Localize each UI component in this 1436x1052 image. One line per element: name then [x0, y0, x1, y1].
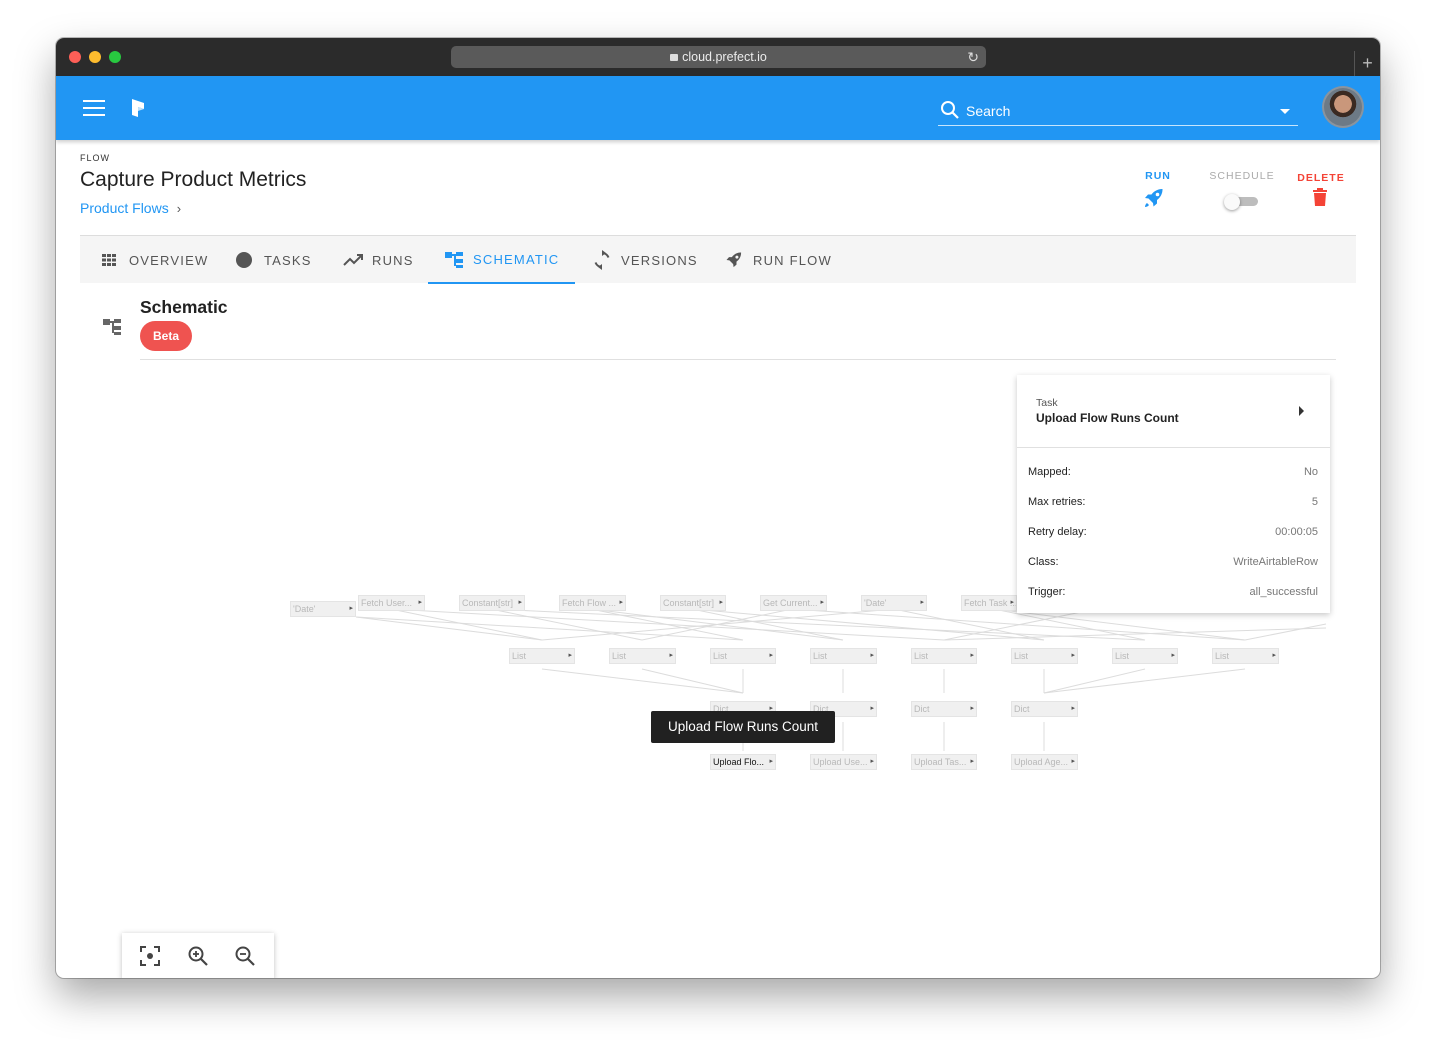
tab-runs[interactable]: RUNS: [343, 236, 414, 284]
lock-icon: [670, 54, 679, 61]
minimize-window-button[interactable]: [89, 51, 101, 63]
menu-icon[interactable]: [83, 100, 105, 116]
graph-node[interactable]: Fetch Task ...: [961, 595, 1017, 611]
search-field[interactable]: Search: [938, 98, 1298, 126]
app-bar: Search: [56, 76, 1380, 140]
tab-label: OVERVIEW: [129, 252, 209, 268]
graph-node[interactable]: List: [1112, 648, 1178, 664]
task-panel-header[interactable]: Task Upload Flow Runs Count: [1017, 375, 1330, 448]
browser-titlebar: cloud.prefect.io ↻ +: [56, 38, 1380, 76]
detail-value: No: [1303, 466, 1318, 478]
detail-key: Trigger:: [1028, 586, 1066, 598]
graph-node[interactable]: Fetch Flow ...: [559, 595, 626, 611]
graph-node[interactable]: Dict: [911, 701, 977, 717]
tab-label: RUNS: [372, 252, 414, 268]
graph-node[interactable]: 'Date': [861, 595, 927, 611]
detail-key: Mapped:: [1028, 466, 1071, 478]
graph-node[interactable]: Constant[str]: [660, 595, 726, 611]
tab-label: RUN FLOW: [753, 252, 832, 268]
node-tooltip: Upload Flow Runs Count: [651, 711, 835, 743]
schematic-title: Schematic: [140, 297, 228, 317]
center-focus-icon[interactable]: [138, 944, 162, 968]
breadcrumb[interactable]: Product Flows ›: [80, 200, 181, 216]
graph-node[interactable]: Upload Age...: [1011, 754, 1078, 770]
prefect-logo[interactable]: [130, 97, 146, 119]
tab-label: VERSIONS: [621, 252, 698, 268]
schedule-toggle[interactable]: [1224, 194, 1258, 210]
graph-node[interactable]: List: [810, 648, 877, 664]
search-placeholder: Search: [966, 103, 1011, 119]
graph-node[interactable]: 'Date': [290, 601, 356, 617]
tab-tasks[interactable]: TASKS: [235, 236, 312, 284]
chevron-right-icon: ›: [176, 201, 182, 216]
divider: [140, 359, 1336, 360]
schedule-label: SCHEDULE: [1209, 170, 1275, 182]
trending-up-icon: [343, 254, 363, 266]
tab-run-flow[interactable]: RUN FLOW: [724, 236, 832, 284]
task-details-panel: Task Upload Flow Runs Count Mapped: No M…: [1017, 375, 1330, 613]
address-bar[interactable]: cloud.prefect.io ↻: [451, 46, 986, 68]
delete-label[interactable]: DELETE: [1296, 172, 1346, 184]
schematic-icon: [103, 319, 121, 335]
chevron-right-icon[interactable]: [1299, 406, 1304, 416]
graph-node[interactable]: Get Current...: [760, 595, 827, 611]
detail-value: 5: [1311, 496, 1318, 508]
detail-key: Retry delay:: [1028, 526, 1087, 538]
graph-node[interactable]: List: [1212, 648, 1279, 664]
graph-node[interactable]: Dict: [1011, 701, 1078, 717]
task-detail-row: Max retries: 5: [1028, 493, 1318, 513]
task-detail-row: Class: WriteAirtableRow: [1028, 553, 1318, 573]
sync-icon: [594, 250, 610, 270]
tab-label: TASKS: [264, 252, 312, 268]
graph-node[interactable]: List: [1011, 648, 1078, 664]
detail-value: WriteAirtableRow: [1233, 556, 1318, 568]
task-detail-row: Retry delay: 00:00:05: [1028, 523, 1318, 543]
detail-value: all_successful: [1249, 586, 1318, 598]
run-label[interactable]: RUN: [1138, 170, 1178, 182]
circle-icon: [236, 252, 252, 268]
zoom-controls: [122, 933, 274, 978]
detail-value: 00:00:05: [1275, 526, 1318, 538]
new-tab-button[interactable]: +: [1354, 51, 1380, 76]
graph-node[interactable]: List: [911, 648, 977, 664]
maximize-window-button[interactable]: [109, 51, 121, 63]
schematic-icon: [445, 252, 463, 268]
reload-icon[interactable]: ↻: [967, 46, 979, 68]
tab-label: SCHEMATIC: [473, 251, 560, 267]
user-avatar[interactable]: [1322, 86, 1364, 128]
detail-key: Class:: [1028, 556, 1059, 568]
close-window-button[interactable]: [69, 51, 81, 63]
page-title: Capture Product Metrics: [80, 168, 307, 191]
task-panel-subtitle: Task: [1036, 397, 1058, 409]
address-url: cloud.prefect.io: [682, 50, 767, 64]
graph-node[interactable]: List: [609, 648, 676, 664]
tab-versions[interactable]: VERSIONS: [592, 236, 698, 284]
graph-node[interactable]: Constant[str]: [459, 595, 525, 611]
graph-node[interactable]: Upload Tas...: [911, 754, 977, 770]
task-detail-row: Mapped: No: [1028, 463, 1318, 483]
breadcrumb-project-link[interactable]: Product Flows: [80, 200, 169, 216]
graph-node[interactable]: Upload Use...: [810, 754, 877, 770]
search-icon: [941, 101, 959, 119]
page-kicker: FLOW: [80, 153, 110, 163]
tab-schematic[interactable]: SCHEMATIC: [428, 236, 576, 284]
chevron-down-icon[interactable]: [1280, 109, 1290, 114]
flow-tabs: OVERVIEW TASKS RUNS SCHEMATIC VERSIONS R…: [80, 235, 1356, 284]
graph-node[interactable]: List: [710, 648, 776, 664]
zoom-in-icon[interactable]: [186, 944, 210, 968]
task-detail-row: Trigger: all_successful: [1028, 583, 1318, 603]
zoom-out-icon[interactable]: [233, 944, 257, 968]
graph-node[interactable]: List: [509, 648, 575, 664]
tab-overview[interactable]: OVERVIEW: [100, 236, 208, 284]
task-panel-name: Upload Flow Runs Count: [1036, 411, 1179, 425]
browser-window: cloud.prefect.io ↻ + Search FLOW Capture…: [56, 38, 1380, 978]
graph-node[interactable]: Fetch User...: [358, 595, 425, 611]
graph-node-selected[interactable]: Upload Flo...: [710, 754, 776, 770]
detail-key: Max retries:: [1028, 496, 1086, 508]
grid-icon: [102, 254, 116, 266]
beta-badge: Beta: [140, 321, 192, 351]
rocket-icon[interactable]: [1142, 186, 1166, 210]
trash-icon[interactable]: [1313, 188, 1327, 206]
rocket-icon: [726, 252, 742, 268]
